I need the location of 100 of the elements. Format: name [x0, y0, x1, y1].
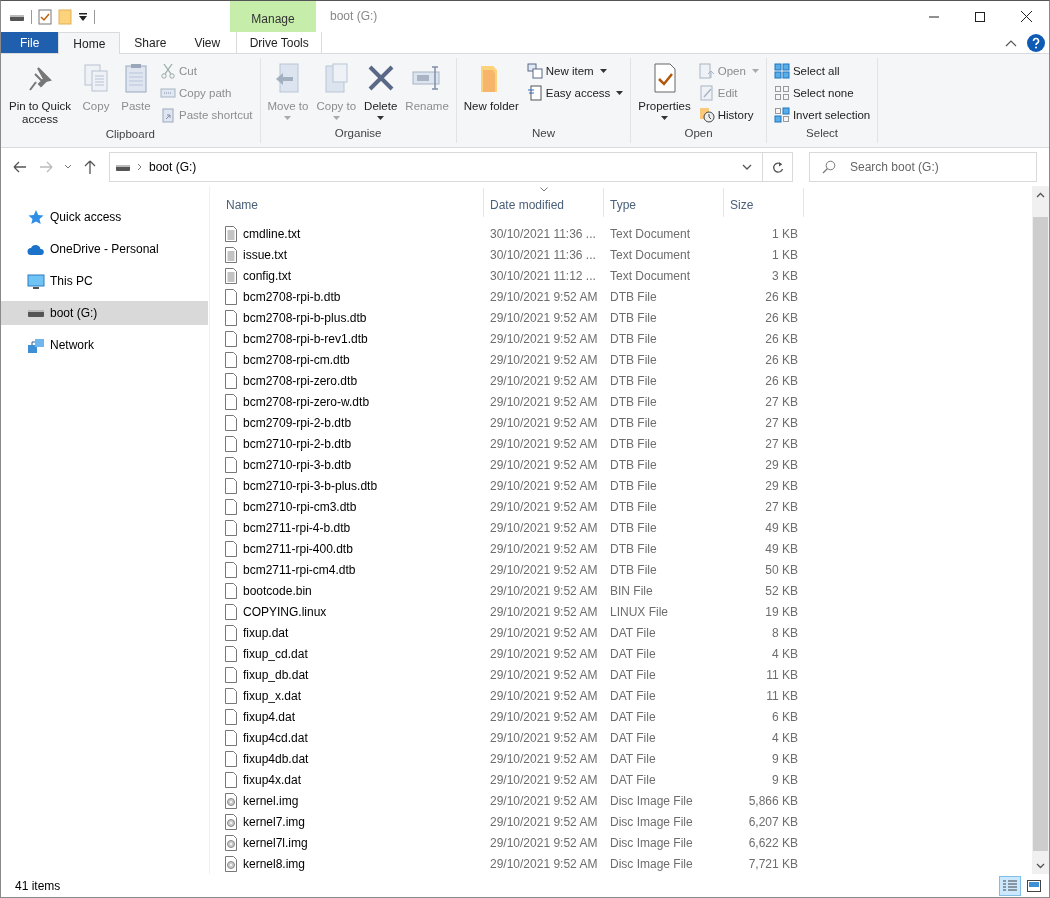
file-name-cell[interactable]: bcm2710-rpi-cm3.dtb [220, 498, 484, 515]
collapse-ribbon-icon[interactable] [1005, 38, 1017, 47]
shortcut-icon [160, 107, 176, 123]
column-header[interactable]: Date modified [484, 188, 604, 217]
file-menu-tab[interactable]: File [1, 32, 59, 53]
file-name-cell[interactable]: cmdline.txt [220, 225, 484, 242]
type-cell-text: DTB File [609, 394, 658, 409]
date-cell-text: 29/10/2021 9:52 AM [489, 499, 599, 514]
date-cell-text: 30/10/2021 11:36 ... [489, 226, 597, 241]
date-cell-text: 29/10/2021 9:52 AM [489, 436, 599, 451]
disc-file-icon [224, 792, 238, 809]
file-name-cell[interactable]: bcm2710-rpi-3-b.dtb [220, 456, 484, 473]
ribbon-button[interactable]: Pin to Quick access [5, 58, 75, 128]
ribbon-button[interactable]: Select none [770, 82, 874, 104]
navigation-item[interactable]: boot (G:) [1, 301, 208, 325]
navigation-item[interactable]: This PC [1, 269, 208, 293]
type-cell-text: DTB File [609, 352, 658, 367]
edit-icon [698, 85, 715, 101]
size-cell-text: 6,622 KB [747, 835, 799, 850]
type-cell-text: DTB File [609, 562, 658, 577]
type-cell-text: DAT File [609, 667, 657, 682]
type-cell-text: DTB File [609, 373, 658, 388]
group-label: Organise [333, 127, 383, 141]
file-icon [224, 309, 238, 326]
file-icon [224, 477, 238, 494]
file-name-cell[interactable]: kernel7l.img [220, 834, 484, 851]
column-header[interactable]: Name [220, 188, 484, 217]
size-cell-text: 49 KB [764, 520, 799, 535]
file-name-cell[interactable]: config.txt [220, 267, 484, 284]
file-name-cell[interactable]: bcm2711-rpi-4-b.dtb [220, 519, 484, 536]
file-name-cell[interactable]: bcm2710-rpi-3-b-plus.dtb [220, 477, 484, 494]
document-icon [526, 85, 543, 101]
date-cell-text: 29/10/2021 9:52 AM [489, 793, 599, 808]
file-name-cell[interactable]: bcm2711-rpi-cm4.dtb [220, 561, 484, 578]
file-name-cell[interactable]: bcm2710-rpi-2-b.dtb [220, 435, 484, 452]
type-cell-text: Disc Image File [609, 793, 694, 808]
file-icon [224, 393, 238, 410]
navigation-item[interactable]: Quick access [1, 205, 208, 229]
ribbon-button[interactable]: New item [523, 60, 627, 82]
ribbon-tab[interactable]: View [180, 32, 235, 53]
navigation-item[interactable]: Network [1, 333, 208, 357]
date-cell-text: 29/10/2021 9:52 AM [489, 310, 599, 325]
ribbon-button[interactable]: Properties [635, 58, 694, 127]
ribbon-button[interactable]: Select all [770, 60, 874, 82]
ribbon-button[interactable]: Invert selection [770, 104, 874, 126]
file-name-cell[interactable]: fixup_x.dat [220, 687, 484, 704]
ribbon-button[interactable]: New folder [460, 58, 522, 127]
date-cell-text: 29/10/2021 9:52 AM [489, 835, 599, 850]
navigation-item[interactable]: OneDrive - Personal [1, 237, 208, 261]
file-name-cell[interactable]: bcm2708-rpi-zero-w.dtb [220, 393, 484, 410]
properties-icon[interactable] [38, 8, 52, 25]
file-name-cell[interactable]: bcm2709-rpi-2-b.dtb [220, 414, 484, 431]
breadcrumb[interactable]: boot (G:) [149, 160, 197, 174]
type-cell-text: DTB File [609, 415, 658, 430]
ribbon-tab[interactable]: Home [58, 32, 121, 54]
size-cell-text: 27 KB [764, 415, 799, 430]
size-cell-text: 26 KB [764, 331, 799, 346]
ribbon-tab[interactable]: Share [120, 32, 181, 53]
search-icon [822, 160, 836, 174]
file-name-cell[interactable]: fixup_cd.dat [220, 645, 484, 662]
scrollbar[interactable] [1032, 186, 1049, 874]
file-name-cell[interactable]: bcm2708-rpi-b.dtb [220, 288, 484, 305]
address-bar[interactable]: boot (G:) [109, 152, 793, 182]
file-name-cell[interactable]: fixup4db.dat [220, 750, 484, 767]
file-name-cell[interactable]: bcm2708-rpi-cm.dtb [220, 351, 484, 368]
dropdown-icon[interactable] [78, 11, 88, 22]
file-name-cell[interactable]: kernel8.img [220, 855, 484, 872]
file-name-cell[interactable]: fixup.dat [220, 624, 484, 641]
file-icon [224, 603, 238, 620]
file-name-cell[interactable]: bootcode.bin [220, 582, 484, 599]
type-cell-text: BIN File [609, 583, 654, 598]
scroll-thumb[interactable] [1033, 217, 1048, 851]
file-name-cell[interactable]: issue.txt [220, 246, 484, 263]
file-name-cell[interactable]: bcm2708-rpi-b-rev1.dtb [220, 330, 484, 347]
file-name-cell[interactable]: fixup4x.dat [220, 771, 484, 788]
ribbon-button[interactable]: History [695, 104, 762, 126]
search-field[interactable]: Search boot (G:) [809, 152, 1037, 182]
text-file-icon [224, 267, 238, 284]
file-name-cell[interactable]: bcm2711-rpi-400.dtb [220, 540, 484, 557]
file-name-cell[interactable]: bcm2708-rpi-b-plus.dtb [220, 309, 484, 326]
file-name-cell[interactable]: fixup_db.dat [220, 666, 484, 683]
size-cell-text: 11 KB [765, 667, 799, 682]
ribbon-button[interactable]: Easy access [523, 82, 627, 104]
file-name-cell[interactable]: fixup4cd.dat [220, 729, 484, 746]
size-cell-text: 50 KB [764, 562, 799, 577]
ribbon-tab[interactable]: Drive Tools [236, 32, 323, 53]
type-cell-text: DTB File [609, 541, 658, 556]
folder-icon[interactable] [58, 8, 72, 25]
file-name-cell[interactable]: bcm2708-rpi-zero.dtb [220, 372, 484, 389]
column-header[interactable]: Type [604, 188, 724, 217]
file-name-cell[interactable]: COPYING.linux [220, 603, 484, 620]
close-icon [1020, 11, 1032, 22]
ribbon-button[interactable]: Delete [361, 58, 401, 127]
context-tab-label: Manage [230, 1, 316, 32]
file-name-cell[interactable]: fixup4.dat [220, 708, 484, 725]
size-cell-text: 26 KB [764, 310, 799, 325]
file-name-cell[interactable]: kernel.img [220, 792, 484, 809]
column-header[interactable]: Size [724, 188, 804, 217]
file-icon [224, 414, 238, 431]
file-name-cell[interactable]: kernel7.img [220, 813, 484, 830]
